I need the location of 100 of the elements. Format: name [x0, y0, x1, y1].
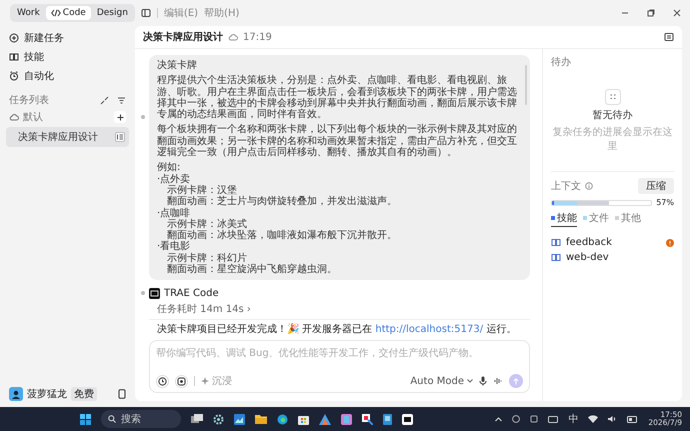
user-name: 菠萝猛龙 — [27, 388, 67, 401]
app-icon[interactable] — [234, 414, 246, 424]
panel-toggle-icon[interactable] — [664, 32, 674, 42]
context-label: web-dev — [566, 252, 609, 263]
mode-tab[interactable]: Code — [46, 6, 91, 20]
avatar-icon[interactable] — [9, 387, 23, 401]
input-method[interactable]: 中 — [568, 412, 578, 426]
filter-icon[interactable] — [117, 96, 126, 104]
message-line: ·看电影 — [157, 241, 192, 252]
context-item[interactable]: web-dev — [551, 250, 674, 265]
task-item[interactable]: 决策卡牌应用设计 — [6, 127, 129, 147]
message-line: 例如: — [157, 162, 182, 174]
volume-icon[interactable] — [608, 415, 618, 423]
context-tab[interactable]: 技能 — [551, 211, 577, 227]
agent-name: TRAE Code — [164, 288, 219, 299]
task-title: 决策卡牌应用设计 — [143, 30, 223, 44]
list-icon[interactable] — [115, 132, 125, 142]
localhost-link[interactable]: http://localhost:5173/ — [375, 324, 484, 336]
book-icon[interactable] — [383, 414, 392, 424]
message-line: 翻面动画：星空旋涡中飞船穿越虫洞。 — [166, 264, 338, 276]
timeline-dot — [141, 115, 145, 119]
plan-badge: 免费 — [71, 387, 97, 401]
message-line: 示例卡牌：科幻片 — [166, 252, 247, 264]
folder-icon[interactable] — [255, 414, 268, 424]
app-icon[interactable] — [341, 414, 352, 424]
terminal-icon[interactable] — [402, 414, 414, 424]
battery-icon[interactable] — [627, 416, 638, 422]
mode-tab[interactable]: Work — [12, 6, 45, 20]
cloud-icon — [228, 33, 238, 41]
clock-icon — [9, 70, 19, 80]
wifi-icon[interactable] — [588, 415, 598, 423]
timestamp: 17:19 — [243, 32, 272, 42]
gear-icon[interactable] — [213, 414, 224, 424]
tray-icon[interactable] — [512, 415, 520, 423]
plus-circle-icon — [9, 32, 19, 42]
sidebar-label: 技能 — [24, 50, 44, 64]
chevron-down-icon — [467, 379, 473, 384]
close-icon[interactable] — [672, 8, 682, 18]
sidebar-label: 自动化 — [24, 70, 54, 82]
message-line: 翻面动画：芝士片与肉饼旋转叠加，并发出滋滋声。 — [166, 196, 398, 208]
panel-title: 待办 — [551, 56, 572, 69]
collapse-icon[interactable] — [100, 96, 109, 104]
prompt-field[interactable]: 帮你编写代码、调试 Bug、优化性能等开发工作，交付生产级代码产物。 沉浸 Auto Mode — [149, 340, 530, 394]
message-line: ·点咖啡 — [157, 208, 190, 219]
store-icon[interactable] — [298, 414, 310, 424]
sparkle-icon — [201, 377, 209, 386]
context-title: 上下文 — [551, 180, 581, 193]
arrow-up-icon — [513, 378, 519, 385]
message-line: 翻面动画：冰块坠落，咖啡液如瀑布般下沉并散开。 — [167, 230, 398, 242]
completion-message: 决策卡牌项目已经开发完成！🎉 开发服务器已在 http://localhost:5173/ 运行。 — [157, 324, 518, 336]
sidebar-item[interactable]: 新建任务 — [6, 28, 129, 47]
keyboard-icon[interactable] — [548, 416, 558, 422]
panel-icon[interactable] — [140, 8, 151, 18]
scrollbar-thumb[interactable] — [525, 65, 527, 105]
add-button[interactable] — [114, 111, 126, 123]
book-icon — [551, 253, 561, 262]
sidebar-item[interactable]: 自动化 — [6, 66, 129, 85]
plus-icon — [116, 114, 124, 120]
browser-icon[interactable] — [277, 414, 288, 424]
context-tab[interactable]: 文件 — [583, 211, 609, 227]
context-tab[interactable]: 其他 — [615, 211, 641, 227]
mode-tab[interactable]: Design — [92, 6, 133, 20]
context-item[interactable]: feedback — [551, 235, 674, 250]
phone-icon[interactable] — [118, 389, 126, 399]
clock-icon — [158, 376, 167, 386]
tray-icon[interactable] — [530, 415, 538, 423]
book-icon — [551, 238, 561, 247]
triangle-logo-icon[interactable] — [319, 414, 332, 424]
attach-button[interactable] — [175, 374, 188, 388]
message-title: 决策卡牌 — [157, 60, 198, 72]
prompt-placeholder: 帮你编写代码、调试 Bug、优化性能等开发工作，交付生产级代码产物。 — [156, 346, 480, 360]
windows-icon[interactable] — [80, 414, 92, 424]
empty-hint: 复杂任务的进展会显示在这里 — [552, 126, 674, 153]
context-label: feedback — [566, 237, 612, 248]
app-icon[interactable] — [362, 414, 374, 424]
cloud-icon — [9, 113, 19, 121]
terminal-icon — [149, 288, 160, 299]
maximize-icon[interactable] — [646, 8, 656, 18]
taskbar-search[interactable]: 搜索 — [101, 410, 182, 428]
empty-title: 暂无待办 — [592, 108, 632, 122]
message-line: ·点外卖 — [157, 174, 190, 185]
mode-dropdown[interactable]: Auto Mode — [410, 376, 473, 387]
history-button[interactable] — [156, 374, 169, 388]
message-line: 示例卡牌：冰美式 — [166, 218, 247, 230]
duration-link[interactable]: 任务耗时 14m 14s › — [149, 300, 530, 320]
empty-icon — [604, 89, 620, 105]
microphone-icon[interactable] — [479, 376, 487, 386]
task-view-icon[interactable] — [191, 414, 204, 424]
image-icon — [177, 376, 186, 386]
waveform-icon[interactable] — [493, 376, 503, 386]
code-icon — [50, 9, 61, 17]
sidebar-label: 新建任务 — [24, 32, 64, 44]
group-label: 默认 — [23, 111, 43, 124]
message-line: 示例卡牌：汉堡 — [166, 184, 238, 196]
chevron-up-icon[interactable] — [495, 416, 502, 422]
task-title: 决策卡牌应用设计 — [18, 130, 98, 144]
book-icon — [9, 52, 19, 62]
compress-button[interactable]: 压缩 — [638, 178, 674, 194]
sidebar-item[interactable]: 技能 — [6, 47, 129, 66]
info-icon[interactable] — [585, 182, 593, 190]
